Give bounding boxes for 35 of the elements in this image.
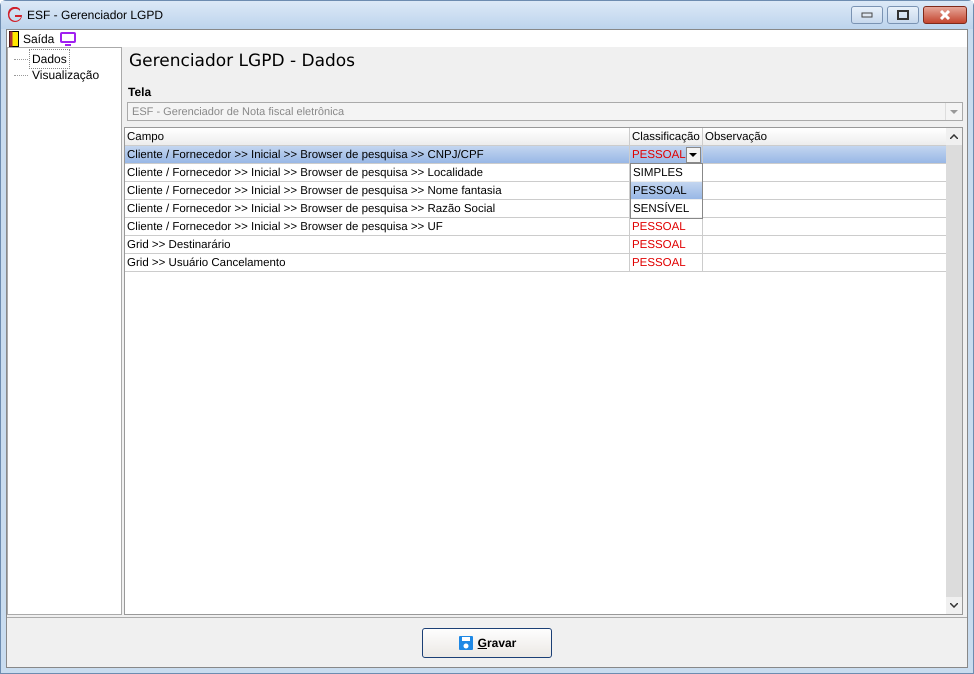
maximize-button[interactable] bbox=[887, 6, 919, 24]
minimize-icon bbox=[861, 12, 873, 18]
scrollbar[interactable] bbox=[946, 128, 962, 614]
table-row[interactable]: Cliente / Fornecedor >> Inicial >> Browser de pesquisa >> CNPJ/CPF PESSOAL bbox=[125, 146, 946, 164]
dropdown-option[interactable]: SENSÍVEL bbox=[631, 200, 702, 218]
dropdown-option[interactable]: PESSOAL bbox=[631, 182, 702, 200]
table-cell: Cliente / Fornecedor >> Inicial >> Browser de pesquisa >> CNPJ/CPF bbox=[125, 146, 630, 163]
column-header[interactable]: Campo bbox=[125, 128, 630, 145]
save-button[interactable]: Gravar bbox=[422, 628, 552, 658]
table-cell: Grid >> Destinarário bbox=[125, 236, 630, 253]
close-icon bbox=[939, 10, 951, 20]
table-cell: PESSOAL bbox=[630, 236, 703, 253]
scroll-down-icon[interactable] bbox=[950, 603, 958, 608]
close-button[interactable] bbox=[923, 6, 967, 24]
caret-icon bbox=[950, 110, 958, 114]
window-title: ESF - Gerenciador LGPD bbox=[27, 7, 164, 24]
scroll-up-icon[interactable] bbox=[950, 134, 958, 139]
door-icon[interactable] bbox=[9, 30, 19, 46]
column-header[interactable]: Observação bbox=[703, 128, 946, 145]
table-row[interactable]: Cliente / Fornecedor >> Inicial >> Browser de pesquisa >> UF PESSOAL bbox=[125, 218, 946, 236]
column-header[interactable]: Classificação bbox=[630, 128, 703, 145]
table-row[interactable]: Grid >> Destinarário PESSOAL bbox=[125, 236, 946, 254]
caret-icon bbox=[689, 152, 698, 156]
maximize-icon bbox=[897, 10, 909, 20]
tree-item[interactable]: Visualização bbox=[30, 66, 102, 84]
minimize-button[interactable] bbox=[851, 6, 883, 24]
page-heading: Gerenciador LGPD - Dados bbox=[129, 50, 356, 73]
table-cell: Grid >> Usuário Cancelamento bbox=[125, 254, 630, 271]
tree-item[interactable]: Dados bbox=[30, 50, 69, 68]
table-row[interactable]: Grid >> Usuário Cancelamento PESSOAL bbox=[125, 254, 946, 272]
menu-item[interactable]: Saída bbox=[23, 30, 54, 48]
logo-icon bbox=[7, 7, 23, 23]
monitor-icon[interactable] bbox=[60, 32, 76, 46]
field-label: Tela bbox=[128, 84, 152, 101]
table-cell: PESSOAL bbox=[630, 254, 703, 271]
